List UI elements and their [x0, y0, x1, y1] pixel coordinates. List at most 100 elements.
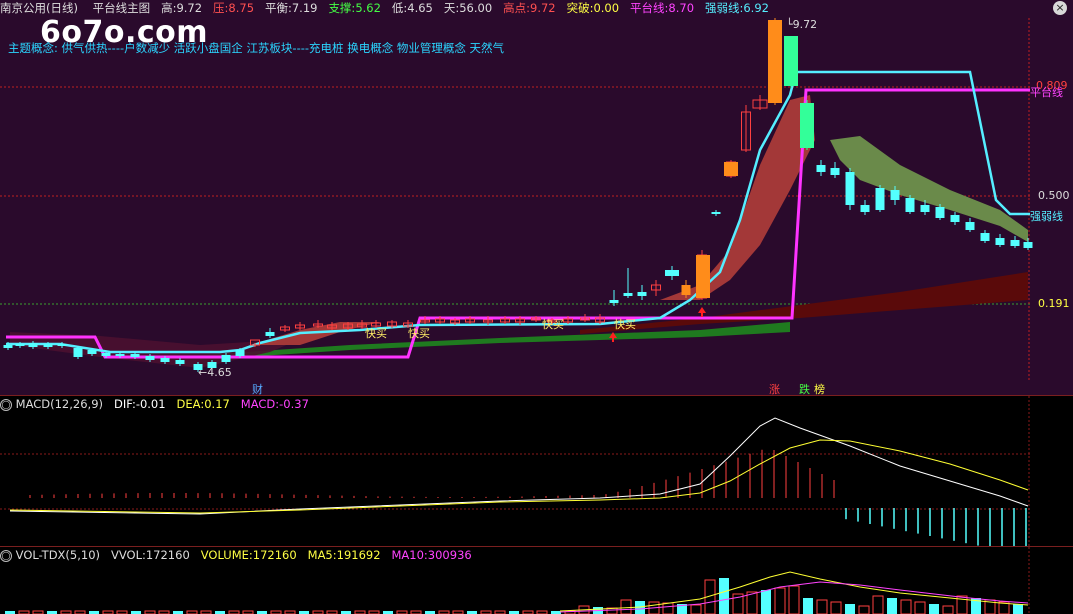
- green-gray-band: [830, 136, 1028, 242]
- candle-body: [235, 350, 245, 356]
- candle-body: [175, 360, 185, 364]
- macd-header: ◯ MACD(12,26,9) DIF:-0.01 DEA:0.17 MACD:…: [0, 396, 309, 412]
- volume-bar: [858, 605, 870, 614]
- candle-body: [995, 238, 1005, 245]
- dea-value: 0.17: [204, 397, 230, 411]
- candle-body: [965, 222, 975, 230]
- candle-body: [3, 345, 13, 348]
- candle-body: [609, 300, 619, 303]
- candle-body: [860, 205, 870, 212]
- up-arrow-icon: [698, 307, 706, 313]
- volume-value: 172160: [252, 548, 297, 562]
- breakout-value: 0.00: [593, 1, 620, 15]
- macd-value: -0.37: [279, 397, 309, 411]
- level-bot-label: 0.191: [1038, 297, 1070, 310]
- close-icon[interactable]: ×: [1053, 1, 1067, 15]
- candle-body: [73, 348, 83, 357]
- volume-bar: [872, 595, 884, 614]
- candle-body: [623, 293, 633, 296]
- price-chart-canvas[interactable]: [0, 0, 1073, 395]
- dark-red-band: [580, 272, 1028, 334]
- low-value: 4.65: [407, 1, 433, 15]
- candle-body: [145, 356, 155, 360]
- candle-body: [221, 355, 231, 362]
- candle-body: [1010, 240, 1020, 246]
- volume-bar: [845, 604, 855, 614]
- dea-line: [9, 439, 1029, 514]
- pressure-label: 压:: [213, 1, 229, 15]
- platform-label: 平台线:: [630, 1, 669, 15]
- platform-value: 8.70: [668, 1, 695, 15]
- indicator-toggle-icon[interactable]: ◯: [0, 398, 12, 411]
- volume-bar: [929, 604, 939, 614]
- volume-panel[interactable]: ◯ VOL-TDX(5,10) VVOL:172160 VOLUME:17216…: [0, 547, 1073, 614]
- volume-bar: [761, 590, 771, 614]
- candle-body: [101, 353, 111, 356]
- buy-signal: 快买: [542, 318, 564, 331]
- candle-body: [800, 103, 814, 148]
- volume-bar: [887, 598, 897, 614]
- candle-body: [15, 344, 25, 346]
- macd-title[interactable]: MACD(12,26,9): [16, 397, 103, 411]
- candle-body: [115, 354, 125, 356]
- low-label: 低:: [391, 1, 408, 15]
- high-value: 9.72: [176, 1, 203, 15]
- volume-bar: [830, 601, 842, 614]
- balance-label: 平衡:: [264, 1, 292, 15]
- candle-body: [28, 343, 38, 347]
- dif-line: [9, 417, 1029, 515]
- candle-body: [696, 255, 710, 298]
- candle-body: [935, 207, 945, 218]
- volume-bar: [914, 601, 926, 614]
- volume-bar: [719, 578, 729, 614]
- price-panel[interactable]: 南京公用(日线) 平台线主图 高:9.72 压:8.75 平衡:7.19 支撑:…: [0, 0, 1073, 396]
- dea-label: DEA:: [176, 397, 205, 411]
- price-header: 南京公用(日线) 平台线主图 高:9.72 压:8.75 平衡:7.19 支撑:…: [0, 0, 769, 16]
- indicator-toggle-icon[interactable]: ◯: [0, 549, 12, 562]
- days-value: 56.00: [459, 1, 493, 15]
- candle-body: [265, 332, 275, 336]
- volume-bar: [816, 599, 828, 614]
- candle-body: [845, 172, 855, 205]
- high-price-mark: └9.72: [786, 18, 818, 31]
- volume-title[interactable]: VOL-TDX(5,10): [16, 548, 100, 562]
- peak-value: 9.72: [530, 1, 556, 15]
- candle-body: [724, 162, 738, 176]
- volume-bar: [900, 599, 912, 614]
- candle-body: [681, 285, 691, 295]
- macd-chart-canvas[interactable]: [0, 396, 1073, 546]
- candle-body: [768, 20, 782, 102]
- ma10-label: MA10:: [391, 548, 428, 562]
- strength-value: 6.92: [743, 1, 769, 15]
- candle-body: [980, 233, 990, 241]
- volume-bar: [788, 585, 800, 614]
- red-band-rise: [660, 95, 815, 300]
- candle-body: [905, 198, 915, 212]
- ma5-label: MA5:: [307, 548, 337, 562]
- candle-body: [43, 344, 53, 347]
- volume-bar: [1013, 604, 1023, 614]
- support-value: 5.62: [355, 1, 381, 15]
- candle-body: [665, 270, 679, 276]
- indicator-name[interactable]: 平台线主图: [93, 1, 151, 15]
- volume-bar: [803, 598, 813, 614]
- candle-body: [1023, 242, 1033, 248]
- volume-bar: [942, 605, 954, 614]
- balance-value: 7.19: [291, 1, 318, 15]
- strength-label: 强弱线:: [704, 1, 744, 15]
- days-label: 天:: [443, 1, 460, 15]
- volume-bar: [620, 599, 632, 614]
- stock-name[interactable]: 南京公用(日线): [0, 1, 78, 15]
- volume-bar: [774, 587, 786, 614]
- candle-body: [830, 168, 840, 175]
- macd-panel[interactable]: ◯ MACD(12,26,9) DIF:-0.01 DEA:0.17 MACD:…: [0, 396, 1073, 546]
- candle-body: [816, 165, 826, 172]
- macd-label: MACD:: [240, 397, 280, 411]
- breakout-label: 突破:: [566, 1, 594, 15]
- ma10-value: 300936: [427, 548, 472, 562]
- volume-bars: [5, 578, 1023, 614]
- support-label: 支撑:: [328, 1, 356, 15]
- buy-signal: 快买: [365, 327, 387, 340]
- vvol-value: 172160: [145, 548, 190, 562]
- platform-line: [6, 88, 1030, 359]
